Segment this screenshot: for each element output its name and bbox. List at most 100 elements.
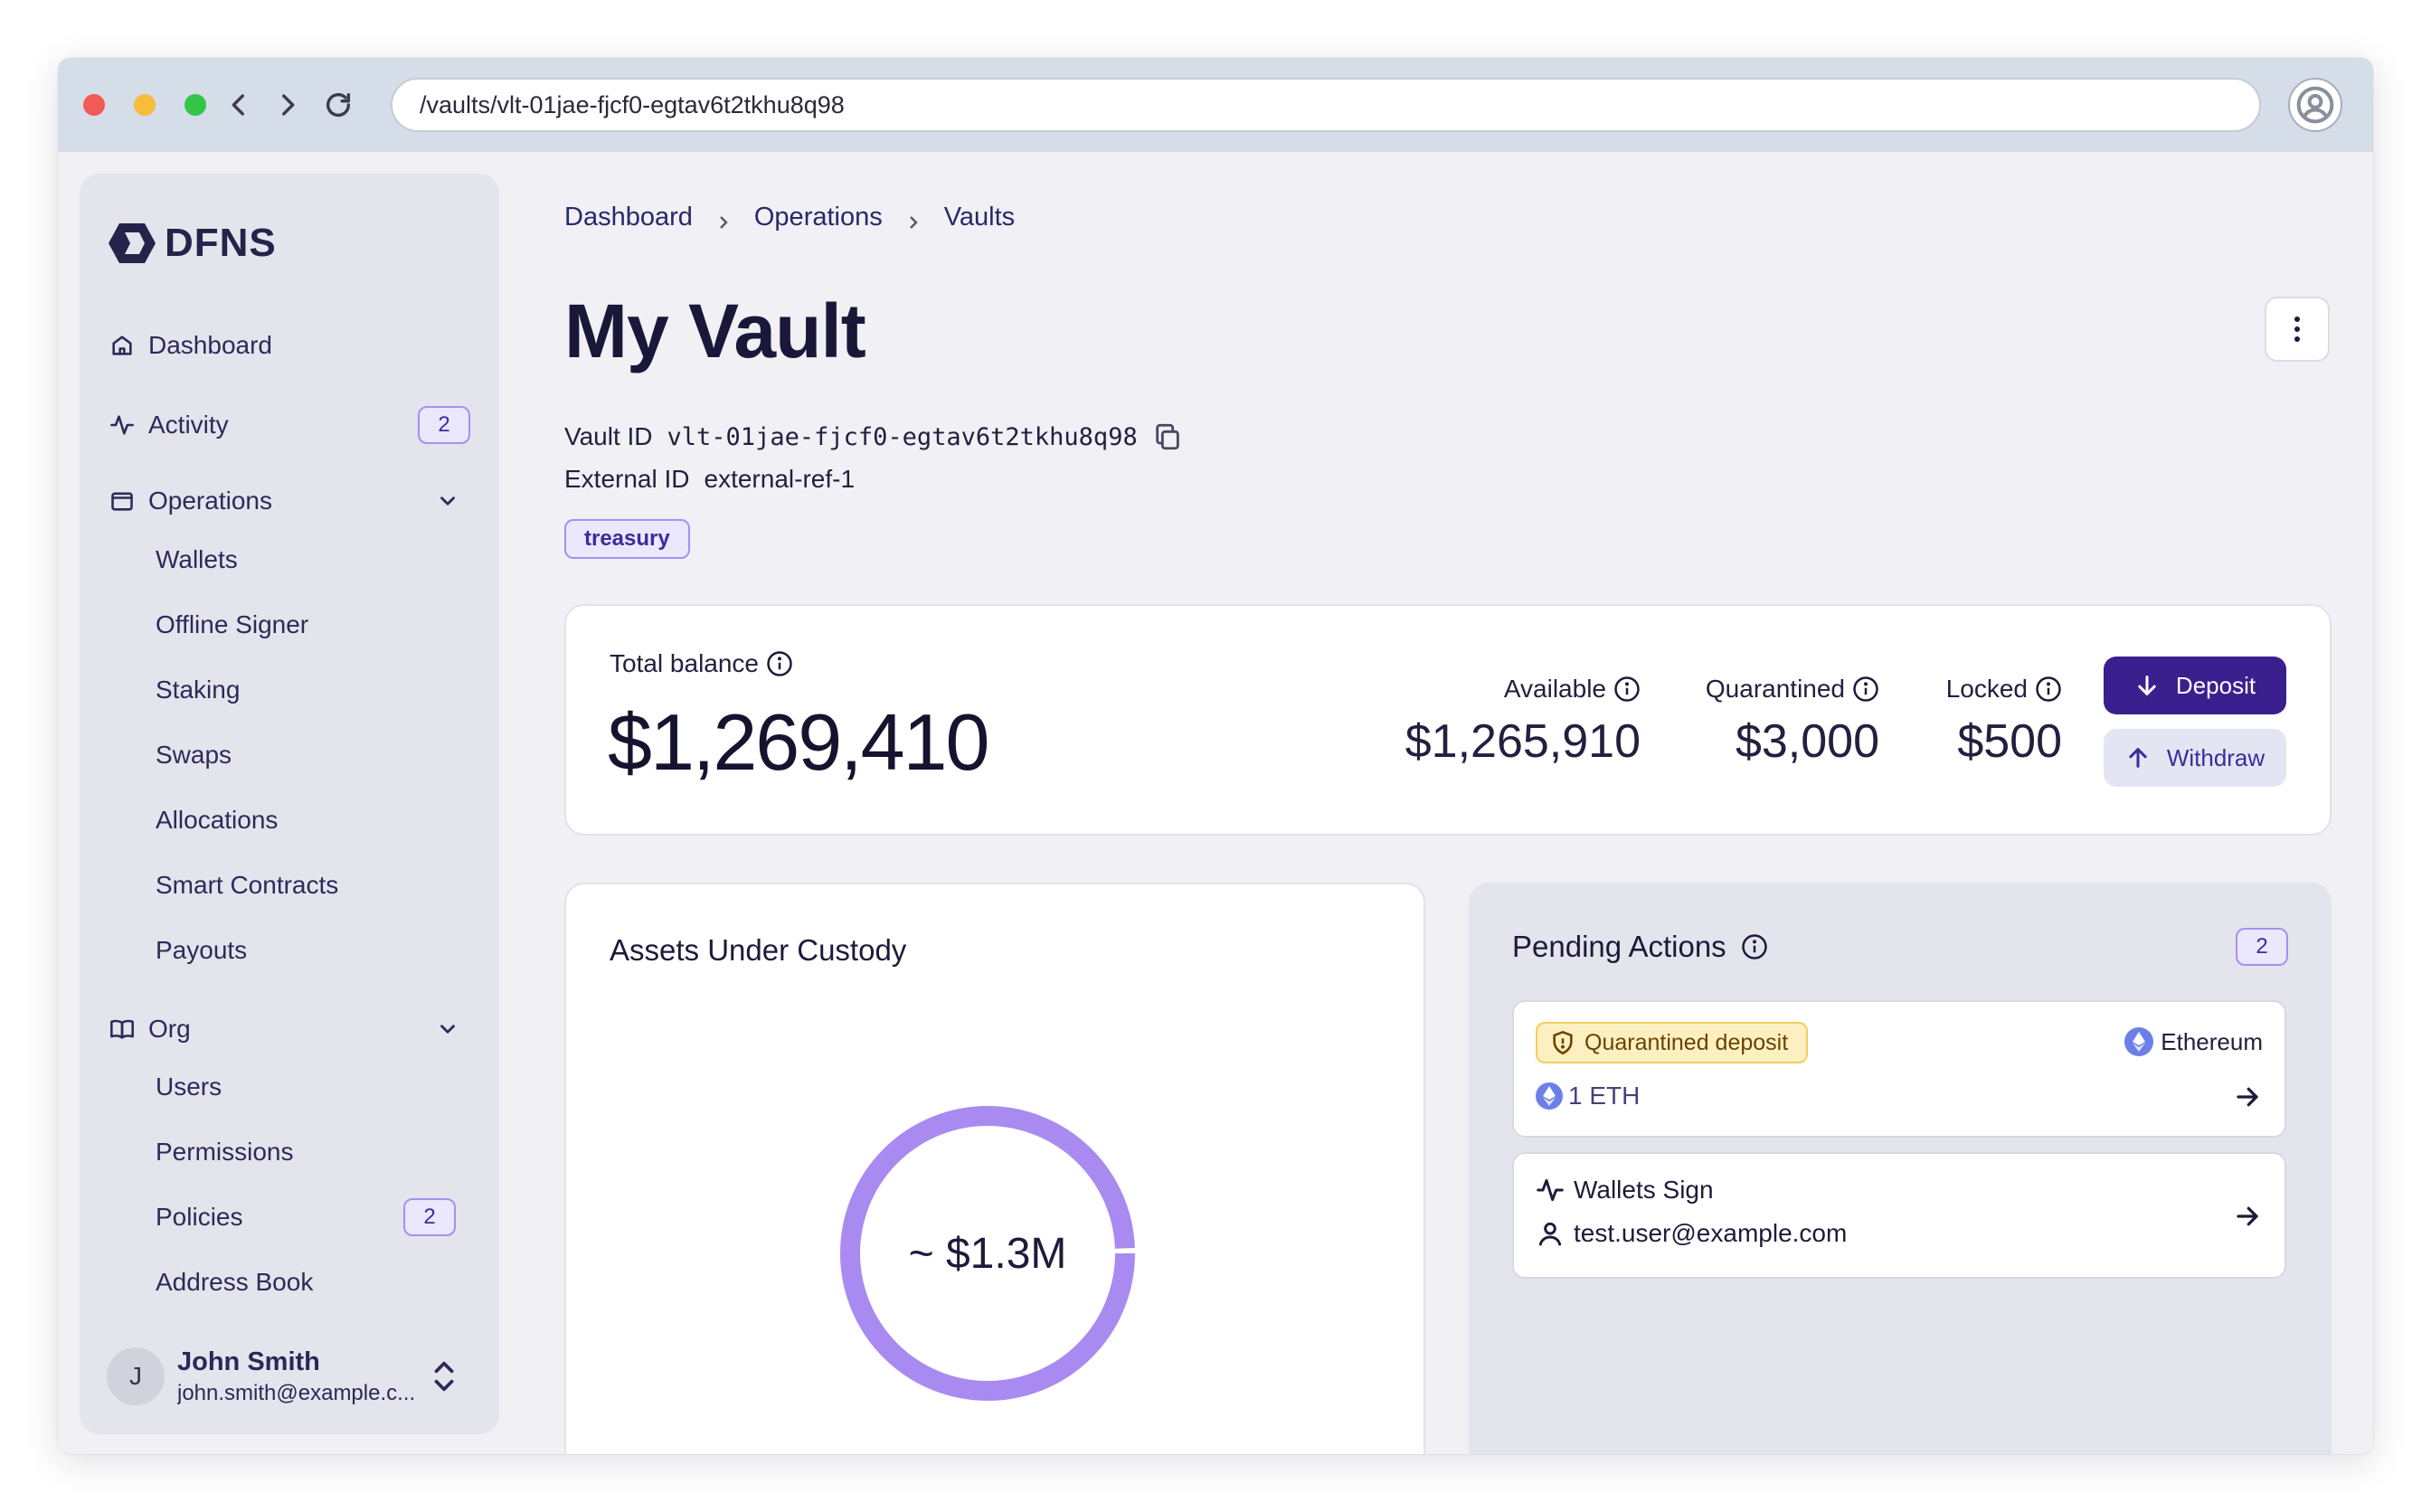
pending-actions-title-row: Pending Actions xyxy=(1512,930,1768,964)
pending-action-quarantined-deposit[interactable]: Quarantined deposit Ethereum 1 ETH xyxy=(1512,1000,2286,1138)
sidebar-item-offline-signer[interactable]: Offline Signer xyxy=(156,601,463,648)
pending-action-wallets-sign[interactable]: Wallets Sign test.user@example.com xyxy=(1512,1152,2286,1279)
locked-stat: Locked $500 xyxy=(1946,675,2062,769)
info-icon[interactable] xyxy=(1613,676,1641,703)
copy-icon[interactable] xyxy=(1152,421,1183,452)
activity-icon xyxy=(109,411,136,439)
sidebar-item-payouts[interactable]: Payouts xyxy=(156,927,463,974)
deposit-button[interactable]: Deposit xyxy=(2104,657,2286,714)
total-balance-label-row: Total balance xyxy=(610,649,793,678)
pending-count-badge: 2 xyxy=(2236,928,2288,966)
sidebar-item-wallets[interactable]: Wallets xyxy=(156,536,463,583)
balance-card: Total balance $1,269,410 Available $1,26… xyxy=(564,604,2332,836)
back-button[interactable] xyxy=(219,85,259,125)
chevron-down-icon[interactable] xyxy=(434,487,461,515)
total-balance-value: $1,269,410 xyxy=(608,697,989,787)
breadcrumb-vaults[interactable]: Vaults xyxy=(944,203,1015,232)
info-icon[interactable] xyxy=(766,650,793,677)
arrow-right-icon xyxy=(2234,1083,2261,1110)
withdraw-button[interactable]: Withdraw xyxy=(2104,729,2286,787)
home-icon xyxy=(109,332,136,359)
external-id-label: External ID xyxy=(564,465,690,493)
book-icon xyxy=(109,1016,136,1043)
available-value: $1,265,910 xyxy=(1405,715,1641,768)
vault-tag: treasury xyxy=(564,519,690,559)
breadcrumb-operations[interactable]: Operations xyxy=(754,203,883,232)
deposit-label: Deposit xyxy=(2175,671,2256,699)
dfns-logo-icon xyxy=(109,223,156,263)
more-vertical-icon xyxy=(2294,317,2300,342)
more-options-button[interactable] xyxy=(2265,297,2330,362)
sidebar-item-label: Staking xyxy=(156,676,241,704)
sidebar-item-label: Payouts xyxy=(156,936,248,964)
sidebar-item-label: Users xyxy=(156,1073,222,1101)
activity-count-badge: 2 xyxy=(418,406,470,444)
sidebar-item-activity[interactable]: Activity 2 xyxy=(109,402,470,449)
dfns-logo[interactable]: DFNS xyxy=(107,221,277,266)
chevron-down-icon[interactable] xyxy=(434,1016,461,1043)
assets-under-custody-card: Assets Under Custody ~ $1.3M xyxy=(564,883,1425,1454)
arrow-down-icon xyxy=(2138,676,2156,695)
sidebar-item-staking[interactable]: Staking xyxy=(156,666,463,713)
quarantined-status-badge: Quarantined deposit xyxy=(1536,1022,1809,1063)
sidebar-item-smart-contracts[interactable]: Smart Contracts xyxy=(156,862,463,909)
pending-actions-panel: Pending Actions 2 Quarantined deposit Et… xyxy=(1469,883,2332,1454)
user-email: john.smith@example.c... xyxy=(177,1380,416,1405)
wallet-icon xyxy=(109,487,136,515)
external-id-row: External ID external-ref-1 xyxy=(564,465,855,494)
available-stat: Available $1,265,910 xyxy=(1405,675,1641,769)
policies-count-badge: 2 xyxy=(403,1198,456,1236)
sidebar-item-label: Permissions xyxy=(156,1138,294,1166)
maximize-window-button[interactable] xyxy=(184,94,206,116)
user-menu[interactable]: J John Smith john.smith@example.c... xyxy=(107,1342,487,1411)
locked-label: Locked xyxy=(1945,675,2028,703)
user-name: John Smith xyxy=(177,1347,320,1376)
sidebar-item-users[interactable]: Users xyxy=(156,1063,463,1110)
vault-id-value: vlt-01jae-fjcf0-egtav6t2tkhu8q98 xyxy=(667,422,1138,451)
vault-id-row: Vault ID vlt-01jae-fjcf0-egtav6t2tkhu8q9… xyxy=(564,421,1183,452)
close-window-button[interactable] xyxy=(83,94,105,116)
browser-toolbar: /vaults/vlt-01jae-fjcf0-egtav6t2tkhu8q98 xyxy=(58,58,2373,152)
logo-text: DFNS xyxy=(165,221,277,265)
available-label: Available xyxy=(1503,675,1606,703)
quarantined-value: $3,000 xyxy=(1735,715,1879,768)
user-icon xyxy=(1536,1219,1565,1248)
sidebar-item-allocations[interactable]: Allocations xyxy=(156,797,463,844)
info-icon[interactable] xyxy=(2035,676,2062,703)
minimize-window-button[interactable] xyxy=(134,94,156,116)
info-icon[interactable] xyxy=(1852,676,1879,703)
sidebar-item-label: Allocations xyxy=(156,806,279,834)
sidebar-item-permissions[interactable]: Permissions xyxy=(156,1129,463,1176)
page-title: My Vault xyxy=(564,288,866,373)
sidebar-item-label: Smart Contracts xyxy=(156,871,339,899)
network-label: Ethereum xyxy=(2124,1027,2263,1056)
action-user: test.user@example.com xyxy=(1574,1219,1848,1247)
reload-button[interactable] xyxy=(318,85,358,125)
sidebar-item-dashboard[interactable]: Dashboard xyxy=(109,322,470,369)
sidebar-item-label: Activity xyxy=(148,411,229,439)
sidebar-item-label: Wallets xyxy=(156,545,238,573)
chevron-right-icon xyxy=(714,209,733,229)
breadcrumb-dashboard[interactable]: Dashboard xyxy=(564,203,693,232)
sidebar-item-label: Policies xyxy=(156,1203,243,1231)
external-id-value: external-ref-1 xyxy=(704,465,856,493)
browser-window: /vaults/vlt-01jae-fjcf0-egtav6t2tkhu8q98… xyxy=(58,58,2373,1454)
chevron-right-icon xyxy=(904,209,922,229)
sidebar-item-address-book[interactable]: Address Book xyxy=(156,1259,463,1306)
sidebar-item-policies[interactable]: Policies 2 xyxy=(156,1194,463,1241)
browser-profile-button[interactable] xyxy=(2288,78,2342,132)
auc-title: Assets Under Custody xyxy=(610,933,907,967)
sidebar-item-org[interactable]: Org xyxy=(109,1006,470,1053)
info-icon[interactable] xyxy=(1741,933,1768,960)
action-title-row: Wallets Sign xyxy=(1536,1176,1714,1205)
forward-button[interactable] xyxy=(268,85,307,125)
total-balance-label: Total balance xyxy=(610,649,760,677)
sidebar-item-swaps[interactable]: Swaps xyxy=(156,732,463,779)
address-bar[interactable]: /vaults/vlt-01jae-fjcf0-egtav6t2tkhu8q98 xyxy=(391,78,2261,132)
avatar: J xyxy=(107,1347,165,1405)
sidebar-item-label: Offline Signer xyxy=(156,610,309,638)
sidebar-item-label: Dashboard xyxy=(148,331,272,359)
locked-value: $500 xyxy=(1957,715,2062,768)
sidebar-item-operations[interactable]: Operations xyxy=(109,477,470,524)
pending-actions-title: Pending Actions xyxy=(1512,930,1726,963)
